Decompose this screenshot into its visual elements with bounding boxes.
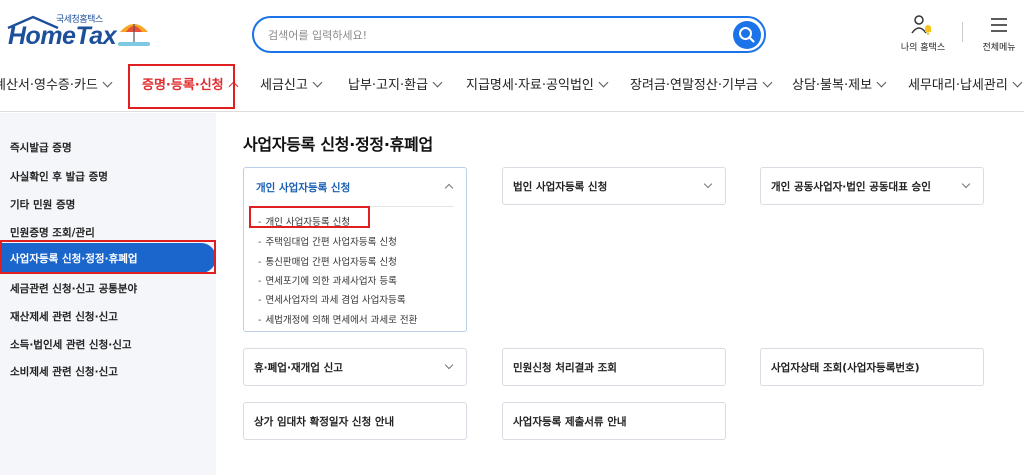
hometax-logo[interactable]: 국세청홈택스 HomeTax xyxy=(4,12,154,52)
chevron-down-icon xyxy=(444,360,454,370)
logo-text: HomeTax xyxy=(8,22,117,50)
accordion-individual-registration: 개인 사업자등록 신청 - 개인 사업자등록 신청 - 주택임대업 간편 사업자등록… xyxy=(243,167,467,332)
nav-item-label: 장려금·연말정산·기부금 xyxy=(630,78,758,93)
sidebar-item-fact-check-cert[interactable]: 사실확인 후 발급 증명 xyxy=(10,169,108,184)
my-hometax-button[interactable]: 나의 홈택스 xyxy=(898,14,948,53)
sidebar-item-instant-cert[interactable]: 즉시발급 증명 xyxy=(10,140,72,155)
search-input[interactable] xyxy=(268,26,708,44)
accordion-header-label[interactable]: 개인 사업자등록 신청 xyxy=(256,180,350,195)
nav-highlight-box xyxy=(128,64,235,109)
nav-item-consultation[interactable]: 상담·불복·제보 xyxy=(792,74,887,98)
nav-item-payment-statements[interactable]: 지급명세·자료·공익법인 xyxy=(466,74,609,98)
card-label: 사업자등록 제출서류 안내 xyxy=(513,416,627,428)
sub-link-label: 면세포기에 의한 과세사업자 등록 xyxy=(265,276,397,287)
sidebar-item-property-tax[interactable]: 재산제세 관련 신청·신고 xyxy=(10,309,118,324)
chevron-down-icon xyxy=(961,179,971,189)
nav-item-label: 상담·불복·제보 xyxy=(792,78,873,93)
nav-item-label: 세무대리·납세관리 xyxy=(908,78,1008,93)
sub-link-label: 세법개정에 의해 면세에서 과세로 전환 xyxy=(265,315,418,326)
sidebar-item-other-cert[interactable]: 기타 민원 증명 xyxy=(10,197,75,212)
nav-item-incentives[interactable]: 장려금·연말정산·기부금 xyxy=(630,74,773,98)
nav-item-label: 지급명세·자료·공익법인 xyxy=(466,78,594,93)
nav-item-receipts[interactable]: 계산서·영수증·카드 xyxy=(0,74,113,98)
sub-link-label: 주택임대업 간편 사업자등록 신청 xyxy=(265,237,397,248)
chevron-down-icon xyxy=(432,77,443,88)
card-label: 민원신청 처리결과 조회 xyxy=(513,362,617,374)
sidebar-highlight-box xyxy=(0,240,216,274)
chevron-down-icon xyxy=(312,77,323,88)
nav-item-payment[interactable]: 납부·고지·환급 xyxy=(348,74,443,98)
sub-link-tax-exemption-waiver[interactable]: - 면세포기에 의한 과세사업자 등록 xyxy=(258,273,397,287)
sub-link-mail-order[interactable]: - 통신판매업 간편 사업자등록 신청 xyxy=(258,254,397,268)
sub-link-highlight-box xyxy=(249,206,370,228)
sidebar-item-cert-manage[interactable]: 민원증명 조회/관리 xyxy=(10,225,95,240)
search-bar xyxy=(252,16,766,53)
sidebar: 즉시발급 증명 사실확인 후 발급 증명 기타 민원 증명 민원증명 조회/관리… xyxy=(0,113,216,475)
chevron-down-icon xyxy=(762,77,773,88)
card-required-documents[interactable]: 사업자등록 제출서류 안내 xyxy=(502,402,726,440)
full-menu-label: 전체메뉴 xyxy=(982,43,1016,53)
hamburger-icon xyxy=(991,18,1007,32)
card-business-status[interactable]: 사업자상태 조회(사업자등록번호) xyxy=(760,348,984,386)
sidebar-item-common-tax[interactable]: 세금관련 신청·신고 공통분야 xyxy=(10,281,137,296)
beach-umbrella-icon xyxy=(118,24,150,46)
chevron-down-icon xyxy=(598,77,609,88)
chevron-down-icon xyxy=(1012,77,1023,88)
chevron-up-icon[interactable] xyxy=(444,183,454,193)
full-menu-button[interactable]: 전체메뉴 xyxy=(974,14,1024,53)
card-label: 휴·폐업·재개업 신고 xyxy=(254,362,343,374)
sidebar-item-income-tax[interactable]: 소득·법인세 관련 신청·신고 xyxy=(10,337,132,352)
search-icon xyxy=(739,27,755,43)
nav-item-label: 세금신고 xyxy=(260,78,308,93)
card-corporate-registration[interactable]: 법인 사업자등록 신청 xyxy=(502,167,726,205)
page-title: 사업자등록 신청·정정·휴폐업 xyxy=(243,135,433,154)
card-closure-reopening[interactable]: 휴·폐업·재개업 신고 xyxy=(243,348,467,386)
card-joint-business-approval[interactable]: 개인 공동사업자·법인 공동대표 승인 xyxy=(760,167,984,205)
header-divider xyxy=(962,22,963,42)
chevron-down-icon xyxy=(876,77,887,88)
sub-link-concurrent-business[interactable]: - 면세사업자의 과세 겸업 사업자등록 xyxy=(258,292,406,306)
my-hometax-label: 나의 홈택스 xyxy=(900,43,946,53)
nav-item-label: 계산서·영수증·카드 xyxy=(0,78,98,93)
user-bell-icon xyxy=(911,15,931,35)
chevron-down-icon xyxy=(703,179,713,189)
card-label: 사업자상태 조회(사업자등록번호) xyxy=(771,362,920,374)
sub-link-label: 통신판매업 간편 사업자등록 신청 xyxy=(265,257,397,268)
sub-link-tax-law-change[interactable]: - 세법개정에 의해 면세에서 과세로 전환 xyxy=(258,312,417,326)
sub-link-housing-rental[interactable]: - 주택임대업 간편 사업자등록 신청 xyxy=(258,234,397,248)
nav-item-tax-agent[interactable]: 세무대리·납세관리 xyxy=(908,74,1023,98)
card-application-result[interactable]: 민원신청 처리결과 조회 xyxy=(502,348,726,386)
sidebar-item-consumption-tax[interactable]: 소비제세 관련 신청·신고 xyxy=(10,364,118,379)
card-label: 상가 임대차 확정일자 신청 안내 xyxy=(254,416,395,428)
nav-item-tax-filing[interactable]: 세금신고 xyxy=(260,74,323,98)
sub-link-label: 면세사업자의 과세 겸업 사업자등록 xyxy=(265,295,406,306)
card-lease-confirmation-date[interactable]: 상가 임대차 확정일자 신청 안내 xyxy=(243,402,467,440)
search-button[interactable] xyxy=(733,21,761,49)
card-label: 개인 공동사업자·법인 공동대표 승인 xyxy=(771,181,931,193)
header: 국세청홈택스 HomeTax 나의 홈택스 xyxy=(0,0,1024,62)
nav-item-label: 납부·고지·환급 xyxy=(348,78,429,93)
chevron-down-icon xyxy=(102,77,113,88)
card-label: 법인 사업자등록 신청 xyxy=(513,181,608,193)
